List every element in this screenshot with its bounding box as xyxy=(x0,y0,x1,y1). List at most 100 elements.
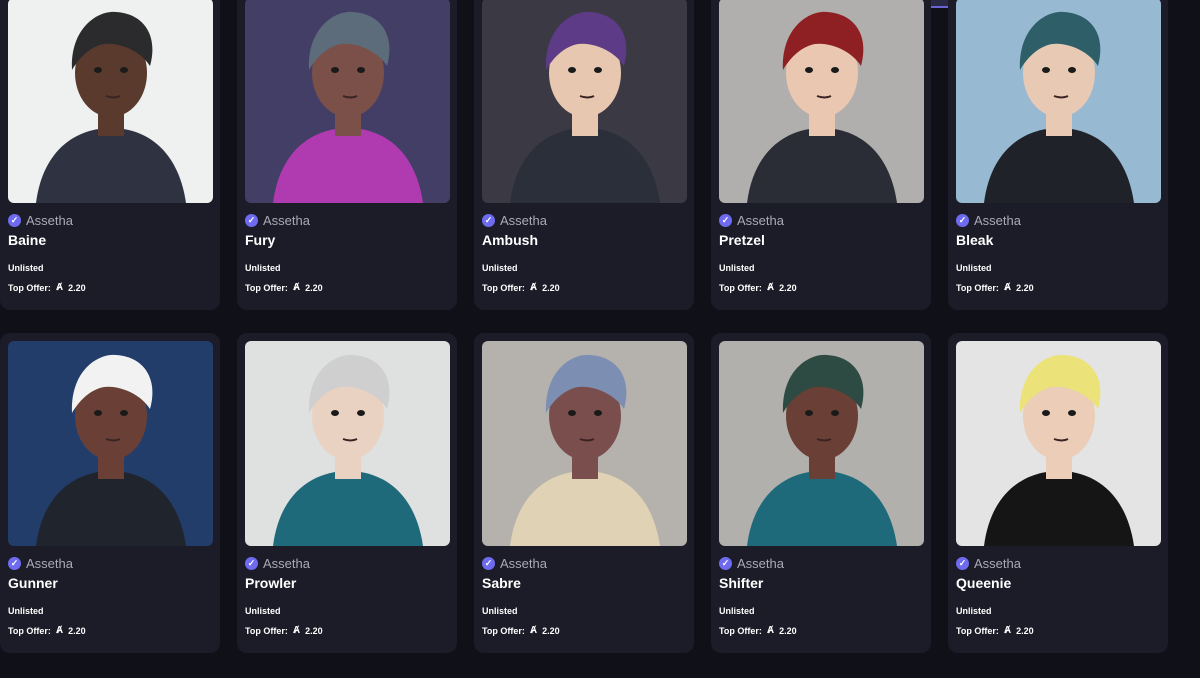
listing-status: Unlisted xyxy=(956,606,992,616)
top-offer-price: 2.20 xyxy=(68,625,86,636)
nft-thumbnail[interactable] xyxy=(482,341,687,546)
nft-name: Baine xyxy=(8,232,47,248)
verified-check-icon: ✓ xyxy=(956,556,969,570)
creator-row[interactable]: ✓ Assetha xyxy=(956,555,1021,571)
creator-name[interactable]: Assetha xyxy=(26,213,73,228)
top-offer-label: Top Offer: xyxy=(956,625,999,636)
verified-check-icon: ✓ xyxy=(8,213,21,227)
creator-name[interactable]: Assetha xyxy=(263,213,310,228)
top-offer-price: 2.20 xyxy=(779,282,797,293)
creator-row[interactable]: ✓ Assetha xyxy=(245,212,310,228)
nft-card-baine[interactable]: ✓ Assetha Baine Unlisted Top Offer: Ⱥ 2.… xyxy=(0,0,220,310)
creator-name[interactable]: Assetha xyxy=(737,556,784,571)
nft-card-queenie[interactable]: ✓ Assetha Queenie Unlisted Top Offer: Ⱥ … xyxy=(948,333,1168,653)
nft-card-fury[interactable]: ✓ Assetha Fury Unlisted Top Offer: Ⱥ 2.2… xyxy=(237,0,457,310)
top-offer-row: Top Offer: Ⱥ 2.20 xyxy=(482,282,560,293)
top-offer-row: Top Offer: Ⱥ 2.20 xyxy=(719,625,797,636)
top-offer-label: Top Offer: xyxy=(8,282,51,293)
nft-thumbnail[interactable] xyxy=(245,0,450,203)
creator-name[interactable]: Assetha xyxy=(263,556,310,571)
nft-card-ambush[interactable]: ✓ Assetha Ambush Unlisted Top Offer: Ⱥ 2… xyxy=(474,0,694,310)
nft-thumbnail[interactable] xyxy=(956,341,1161,546)
creator-row[interactable]: ✓ Assetha xyxy=(8,212,73,228)
nft-thumbnail[interactable] xyxy=(719,0,924,203)
nft-card-bleak[interactable]: ✓ Assetha Bleak Unlisted Top Offer: Ⱥ 2.… xyxy=(948,0,1168,310)
top-offer-price: 2.20 xyxy=(1016,282,1034,293)
nft-thumbnail[interactable] xyxy=(482,0,687,203)
top-offer-row: Top Offer: Ⱥ 2.20 xyxy=(245,625,323,636)
top-offer-row: Top Offer: Ⱥ 2.20 xyxy=(8,282,86,293)
character-avatar-image xyxy=(719,341,924,546)
nft-card-gunner[interactable]: ✓ Assetha Gunner Unlisted Top Offer: Ⱥ 2… xyxy=(0,333,220,653)
listing-status: Unlisted xyxy=(482,263,518,273)
creator-row[interactable]: ✓ Assetha xyxy=(482,555,547,571)
listing-status: Unlisted xyxy=(482,606,518,616)
creator-name[interactable]: Assetha xyxy=(500,556,547,571)
top-offer-row: Top Offer: Ⱥ 2.20 xyxy=(719,282,797,293)
top-offer-label: Top Offer: xyxy=(8,625,51,636)
creator-row[interactable]: ✓ Assetha xyxy=(8,555,73,571)
nft-name: Ambush xyxy=(482,232,538,248)
nft-thumbnail[interactable] xyxy=(8,0,213,203)
nft-card-sabre[interactable]: ✓ Assetha Sabre Unlisted Top Offer: Ⱥ 2.… xyxy=(474,333,694,653)
top-offer-label: Top Offer: xyxy=(245,282,288,293)
creator-name[interactable]: Assetha xyxy=(974,213,1021,228)
creator-row[interactable]: ✓ Assetha xyxy=(719,555,784,571)
character-avatar-image xyxy=(8,0,213,203)
creator-row[interactable]: ✓ Assetha xyxy=(245,555,310,571)
verified-check-icon: ✓ xyxy=(482,213,495,227)
top-offer-price: 2.20 xyxy=(542,282,560,293)
algorand-icon: Ⱥ xyxy=(529,625,538,636)
character-avatar-image xyxy=(956,0,1161,203)
listing-status: Unlisted xyxy=(245,263,281,273)
verified-check-icon: ✓ xyxy=(719,556,732,570)
top-offer-label: Top Offer: xyxy=(719,625,762,636)
top-offer-label: Top Offer: xyxy=(482,282,525,293)
nft-name: Gunner xyxy=(8,575,58,591)
top-offer-row: Top Offer: Ⱥ 2.20 xyxy=(956,625,1034,636)
algorand-icon: Ⱥ xyxy=(292,282,301,293)
nft-thumbnail[interactable] xyxy=(719,341,924,546)
top-offer-price: 2.20 xyxy=(779,625,797,636)
creator-name[interactable]: Assetha xyxy=(737,213,784,228)
nft-card-prowler[interactable]: ✓ Assetha Prowler Unlisted Top Offer: Ⱥ … xyxy=(237,333,457,653)
creator-row[interactable]: ✓ Assetha xyxy=(956,212,1021,228)
character-avatar-image xyxy=(719,0,924,203)
nft-thumbnail[interactable] xyxy=(8,341,213,546)
verified-check-icon: ✓ xyxy=(245,556,258,570)
creator-row[interactable]: ✓ Assetha xyxy=(482,212,547,228)
top-offer-price: 2.20 xyxy=(305,625,323,636)
nft-thumbnail[interactable] xyxy=(245,341,450,546)
verified-check-icon: ✓ xyxy=(245,213,258,227)
listing-status: Unlisted xyxy=(245,606,281,616)
nft-card-shifter[interactable]: ✓ Assetha Shifter Unlisted Top Offer: Ⱥ … xyxy=(711,333,931,653)
algorand-icon: Ⱥ xyxy=(529,282,538,293)
top-offer-row: Top Offer: Ⱥ 2.20 xyxy=(482,625,560,636)
top-offer-price: 2.20 xyxy=(542,625,560,636)
listing-status: Unlisted xyxy=(719,606,755,616)
verified-check-icon: ✓ xyxy=(482,556,495,570)
top-offer-label: Top Offer: xyxy=(482,625,525,636)
top-offer-price: 2.20 xyxy=(68,282,86,293)
algorand-icon: Ⱥ xyxy=(1003,625,1012,636)
listing-status: Unlisted xyxy=(8,606,44,616)
creator-name[interactable]: Assetha xyxy=(500,213,547,228)
creator-name[interactable]: Assetha xyxy=(974,556,1021,571)
nft-name: Prowler xyxy=(245,575,297,591)
nft-name: Bleak xyxy=(956,232,994,248)
character-avatar-image xyxy=(956,341,1161,546)
nft-name: Shifter xyxy=(719,575,764,591)
algorand-icon: Ⱥ xyxy=(1003,282,1012,293)
top-offer-row: Top Offer: Ⱥ 2.20 xyxy=(245,282,323,293)
verified-check-icon: ✓ xyxy=(956,213,969,227)
nft-card-pretzel[interactable]: ✓ Assetha Pretzel Unlisted Top Offer: Ⱥ … xyxy=(711,0,931,310)
nft-thumbnail[interactable] xyxy=(956,0,1161,203)
verified-check-icon: ✓ xyxy=(8,556,21,570)
listing-status: Unlisted xyxy=(719,263,755,273)
nft-name: Queenie xyxy=(956,575,1012,591)
top-offer-label: Top Offer: xyxy=(956,282,999,293)
nft-name: Sabre xyxy=(482,575,521,591)
creator-name[interactable]: Assetha xyxy=(26,556,73,571)
creator-row[interactable]: ✓ Assetha xyxy=(719,212,784,228)
character-avatar-image xyxy=(245,0,450,203)
